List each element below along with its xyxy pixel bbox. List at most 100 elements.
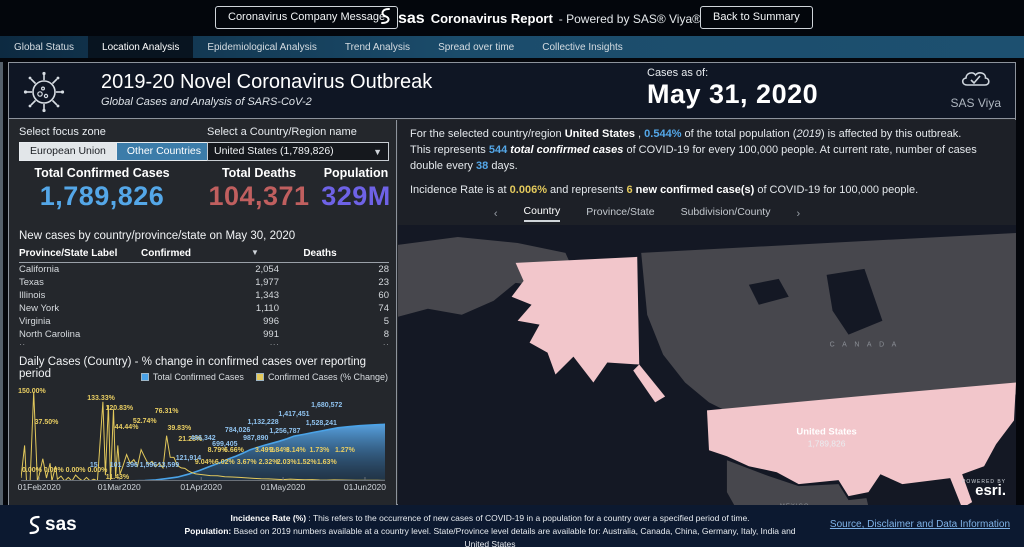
deaths-value: 28 bbox=[378, 264, 389, 275]
source-disclaimer-link[interactable]: Source, Disclaimer and Data Information bbox=[830, 519, 1010, 530]
european-union-button[interactable]: European Union bbox=[19, 142, 117, 161]
confirmed-value: 991 bbox=[263, 329, 279, 340]
kpi-population-label: Population bbox=[323, 166, 389, 180]
legend-label: Confirmed Cases (% Change) bbox=[267, 372, 388, 382]
tab-spread-over-time[interactable]: Spread over time bbox=[424, 36, 528, 58]
insight-line-2: This represents 544 total confirmed case… bbox=[410, 143, 977, 172]
footer-bar: sas Incidence Rate (%) : This refers to … bbox=[0, 505, 1024, 547]
sas-viya-label: SAS Viya bbox=[950, 96, 1001, 110]
table-row[interactable]: Virginia 996 5 bbox=[19, 315, 389, 328]
left-panel: Select focus zone European Union Other C… bbox=[9, 120, 397, 505]
tab-trend-analysis[interactable]: Trend Analysis bbox=[331, 36, 424, 58]
legend-label: Total Confirmed Cases bbox=[152, 372, 244, 382]
report-title: Coronavirus Report bbox=[430, 11, 553, 26]
sas-viya-logo: SAS Viya bbox=[951, 69, 1001, 110]
map-label-canada: C A N A D A bbox=[830, 341, 900, 348]
map-tab-province-state[interactable]: Province/State bbox=[586, 206, 654, 221]
focus-zone-label: Select focus zone bbox=[19, 126, 106, 138]
report-brand-sas: sas bbox=[398, 9, 425, 27]
tab-epidemiological-analysis[interactable]: Epidemiological Analysis bbox=[193, 36, 331, 58]
country-select-value: United States (1,789,826) bbox=[214, 145, 334, 157]
country-control: Select a Country/Region name United Stat… bbox=[207, 126, 389, 161]
focus-zone-buttons: European Union Other Countries bbox=[19, 142, 213, 161]
cases-as-of-date: May 31, 2020 bbox=[647, 79, 819, 109]
right-panel: For the selected country/region United S… bbox=[398, 120, 1016, 505]
sas-logo-icon bbox=[29, 515, 40, 535]
tab-collective-insights[interactable]: Collective Insights bbox=[528, 36, 637, 58]
country-select[interactable]: United States (1,789,826) ▼ bbox=[207, 142, 389, 161]
sas-logo-icon bbox=[378, 7, 392, 30]
country-select-label: Select a Country/Region name bbox=[207, 126, 357, 138]
deaths-value: 8 bbox=[383, 329, 389, 340]
confirmed-value: 1,343 bbox=[255, 290, 279, 301]
tab-location-analysis[interactable]: Location Analysis bbox=[88, 36, 194, 58]
map-state-alaska[interactable] bbox=[511, 256, 640, 383]
content-frame: 2019-20 Novel Coronavirus Outbreak Globa… bbox=[8, 62, 1016, 505]
dashboard: Coronavirus Company Message sas Coronavi… bbox=[0, 0, 1024, 547]
insight-line-3: Incidence Rate is at 0.006% and represen… bbox=[410, 183, 919, 196]
other-countries-button[interactable]: Other Countries bbox=[116, 142, 213, 161]
cases-as-of-label: Cases as of: bbox=[647, 67, 709, 79]
table-row[interactable]: California 2,054 28 bbox=[19, 263, 389, 276]
prev-arrow-icon[interactable]: ‹ bbox=[494, 208, 498, 220]
new-cases-table: Province/State Label Confirmed ▼ Deaths … bbox=[19, 248, 389, 347]
report-brand: sas Coronavirus Report - Powered by SAS®… bbox=[378, 7, 701, 30]
map-tab-subdivision-county[interactable]: Subdivision/County bbox=[681, 206, 771, 221]
footer-incidence-note: Incidence Rate (%) : This refers to the … bbox=[230, 513, 750, 523]
row-label: New York bbox=[19, 303, 60, 314]
legend-percent-change[interactable]: Confirmed Cases (% Change) bbox=[255, 372, 388, 382]
geo-map[interactable]: C A N A D A MEXICO United States 1,789,8… bbox=[398, 224, 1016, 505]
insight-line-1: For the selected country/region United S… bbox=[410, 128, 962, 140]
kpi-total-confirmed-label: Total Confirmed Cases bbox=[34, 166, 170, 180]
daily-cases-chart[interactable]: 150.00% 37.50% 133.33% 120.83% 44.44% 52.74% 7… bbox=[18, 386, 386, 482]
col-confirmed[interactable]: Confirmed bbox=[141, 248, 251, 259]
next-arrow-icon[interactable]: › bbox=[796, 208, 800, 220]
legend-total-confirmed[interactable]: Total Confirmed Cases bbox=[140, 372, 244, 382]
tab-global-status[interactable]: Global Status bbox=[0, 36, 88, 58]
legend-swatch-blue bbox=[140, 373, 149, 381]
table-title: New cases by country/province/state on M… bbox=[19, 230, 296, 242]
deaths-value: 74 bbox=[378, 303, 389, 314]
deaths-value: 60 bbox=[378, 290, 389, 301]
map-canvas: C A N A D A MEXICO United States 1,789,8… bbox=[398, 232, 1016, 505]
table-row-partial: ·· ··· ·· bbox=[19, 341, 389, 347]
kpi-total-confirmed: Total Confirmed Cases 1,789,826 bbox=[27, 166, 177, 212]
back-to-summary-button[interactable]: Back to Summary bbox=[700, 6, 813, 29]
table-row[interactable]: Texas 1,977 23 bbox=[19, 276, 389, 289]
footer-sas-logo: sas bbox=[26, 514, 77, 536]
map-level-tabs: ‹ Country Province/State Subdivision/Cou… bbox=[338, 203, 956, 225]
confirmed-value: 2,054 bbox=[255, 264, 279, 275]
row-label: California bbox=[19, 264, 60, 275]
chart-legend: Total Confirmed Cases Confirmed Cases (%… bbox=[140, 372, 388, 382]
cases-as-of: Cases as of: May 31, 2020 bbox=[647, 67, 818, 110]
deaths-value: 23 bbox=[378, 277, 389, 288]
row-label: North Carolina bbox=[19, 329, 81, 340]
focus-zone-control: Select focus zone European Union Other C… bbox=[19, 126, 213, 161]
footer-population-note: Population: Based on 2019 numbers availa… bbox=[184, 525, 796, 547]
confirmed-value: 1,977 bbox=[255, 277, 279, 288]
kpi-total-deaths-value: 104,371 bbox=[208, 181, 310, 211]
insight-text: For the selected country/region United S… bbox=[398, 120, 1016, 203]
chart-x-axis: 01Feb2020 01Mar2020 01Apr2020 01May2020 01Ju… bbox=[17, 482, 387, 492]
confirmed-value: 1,110 bbox=[255, 303, 279, 314]
company-message-button[interactable]: Coronavirus Company Message bbox=[215, 6, 399, 29]
row-label: Virginia bbox=[19, 316, 51, 327]
chevron-down-icon: ▼ bbox=[373, 147, 382, 157]
page-title: 2019-20 Novel Coronavirus Outbreak bbox=[101, 71, 433, 93]
kpi-total-deaths: Total Deaths 104,371 bbox=[199, 166, 319, 212]
table-row[interactable]: North Carolina 991 8 bbox=[19, 328, 389, 341]
table-row[interactable]: Illinois 1,343 60 bbox=[19, 289, 389, 302]
report-subtitle: - Powered by SAS® Viya® bbox=[558, 11, 701, 26]
table-row[interactable]: New York 1,110 74 bbox=[19, 302, 389, 315]
top-bar: Coronavirus Company Message sas Coronavi… bbox=[0, 0, 1024, 36]
col-deaths[interactable]: Deaths bbox=[265, 248, 375, 259]
row-label: Texas bbox=[19, 277, 44, 288]
map-marker-title: United States bbox=[796, 426, 856, 437]
row-label: Illinois bbox=[19, 290, 46, 301]
sort-desc-icon[interactable]: ▼ bbox=[251, 248, 265, 259]
col-province-state[interactable]: Province/State Label bbox=[19, 248, 141, 259]
map-tab-country[interactable]: Country bbox=[523, 205, 561, 223]
kpi-total-deaths-label: Total Deaths bbox=[221, 166, 297, 180]
confirmed-value: 996 bbox=[263, 316, 279, 327]
deaths-value: 5 bbox=[383, 316, 389, 327]
